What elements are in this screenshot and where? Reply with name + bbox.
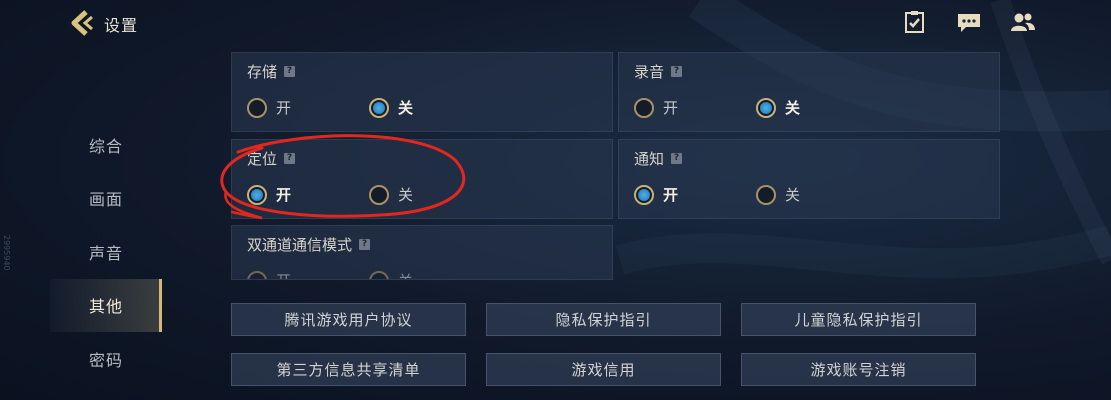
storage-off-option[interactable]: 关 bbox=[369, 97, 413, 118]
location-panel: 定位 ? 开 关 bbox=[231, 139, 613, 219]
chat-icon bbox=[958, 14, 980, 32]
dual-channel-on-label: 开 bbox=[276, 270, 291, 279]
sidebar-item-graphics[interactable]: 画面 bbox=[50, 172, 162, 226]
game-credit-button[interactable]: 游戏信用 bbox=[486, 353, 721, 386]
recording-on-label: 开 bbox=[663, 99, 679, 117]
radio-selected-icon bbox=[247, 184, 267, 205]
account-deletion-button[interactable]: 游戏账号注销 bbox=[741, 353, 976, 386]
radio-selected-icon bbox=[369, 97, 389, 118]
sidebar-item-general[interactable]: 综合 bbox=[50, 118, 162, 172]
radio-icon bbox=[369, 184, 389, 205]
help-icon[interactable]: ? bbox=[671, 66, 683, 77]
back-arrow-icon bbox=[71, 10, 93, 36]
recording-off-option[interactable]: 关 bbox=[756, 97, 800, 118]
help-icon[interactable]: ? bbox=[284, 153, 296, 164]
help-icon[interactable]: ? bbox=[359, 239, 371, 250]
privacy-guide-button[interactable]: 隐私保护指引 bbox=[486, 303, 721, 336]
notification-on-label: 开 bbox=[663, 186, 679, 204]
friends-icon bbox=[1011, 13, 1035, 31]
recording-on-option[interactable]: 开 bbox=[634, 97, 678, 118]
side-watermark: 2995940 bbox=[2, 235, 11, 271]
radio-icon bbox=[756, 184, 776, 205]
sidebar-item-password[interactable]: 密码 bbox=[50, 332, 162, 386]
radio-icon bbox=[247, 270, 267, 279]
location-off-option[interactable]: 关 bbox=[369, 184, 413, 205]
third-party-sharing-button[interactable]: 第三方信息共享清单 bbox=[231, 353, 466, 386]
location-on-label: 开 bbox=[276, 186, 292, 204]
back-button[interactable] bbox=[70, 10, 98, 36]
recording-off-label: 关 bbox=[785, 99, 801, 117]
notification-off-label: 关 bbox=[785, 186, 801, 204]
notification-panel: 通知 ? 开 关 bbox=[618, 139, 1000, 219]
radio-selected-icon bbox=[634, 184, 654, 205]
dual-channel-off-option[interactable]: 关 bbox=[369, 270, 413, 279]
checklist-icon bbox=[905, 11, 924, 33]
sidebar: 综合 画面 声音 其他 密码 bbox=[50, 118, 162, 386]
child-privacy-guide-button[interactable]: 儿童隐私保护指引 bbox=[741, 303, 976, 336]
chat-button[interactable] bbox=[956, 10, 982, 34]
checklist-button[interactable] bbox=[902, 10, 928, 34]
sidebar-item-other[interactable]: 其他 bbox=[50, 278, 162, 332]
recording-panel: 录音 ? 开 关 bbox=[618, 52, 1000, 132]
storage-title: 存储 bbox=[247, 63, 278, 81]
recording-title: 录音 bbox=[634, 63, 665, 81]
location-off-label: 关 bbox=[398, 186, 414, 204]
radio-icon bbox=[247, 97, 267, 118]
user-agreement-button[interactable]: 腾讯游戏用户协议 bbox=[231, 303, 466, 336]
dual-channel-on-option[interactable]: 开 bbox=[247, 270, 291, 279]
storage-on-option[interactable]: 开 bbox=[247, 97, 291, 118]
dual-channel-panel: 双通道通信模式 ? 开 关 bbox=[231, 225, 613, 280]
notification-off-option[interactable]: 关 bbox=[756, 184, 800, 205]
radio-icon bbox=[634, 97, 654, 118]
storage-off-label: 关 bbox=[398, 99, 414, 117]
help-icon[interactable]: ? bbox=[671, 153, 683, 164]
dual-channel-off-label: 关 bbox=[398, 270, 413, 279]
help-icon[interactable]: ? bbox=[284, 66, 296, 77]
sidebar-item-sound[interactable]: 声音 bbox=[50, 225, 162, 279]
page-title: 设置 bbox=[104, 16, 139, 35]
friends-button[interactable] bbox=[1010, 10, 1036, 34]
storage-panel: 存储 ? 开 关 bbox=[231, 52, 613, 132]
location-title: 定位 bbox=[247, 150, 278, 168]
storage-on-label: 开 bbox=[276, 99, 292, 117]
radio-selected-icon bbox=[756, 97, 776, 118]
radio-icon bbox=[369, 270, 389, 279]
location-on-option[interactable]: 开 bbox=[247, 184, 291, 205]
dual-channel-title: 双通道通信模式 bbox=[247, 236, 353, 254]
notification-title: 通知 bbox=[634, 150, 665, 168]
notification-on-option[interactable]: 开 bbox=[634, 184, 678, 205]
